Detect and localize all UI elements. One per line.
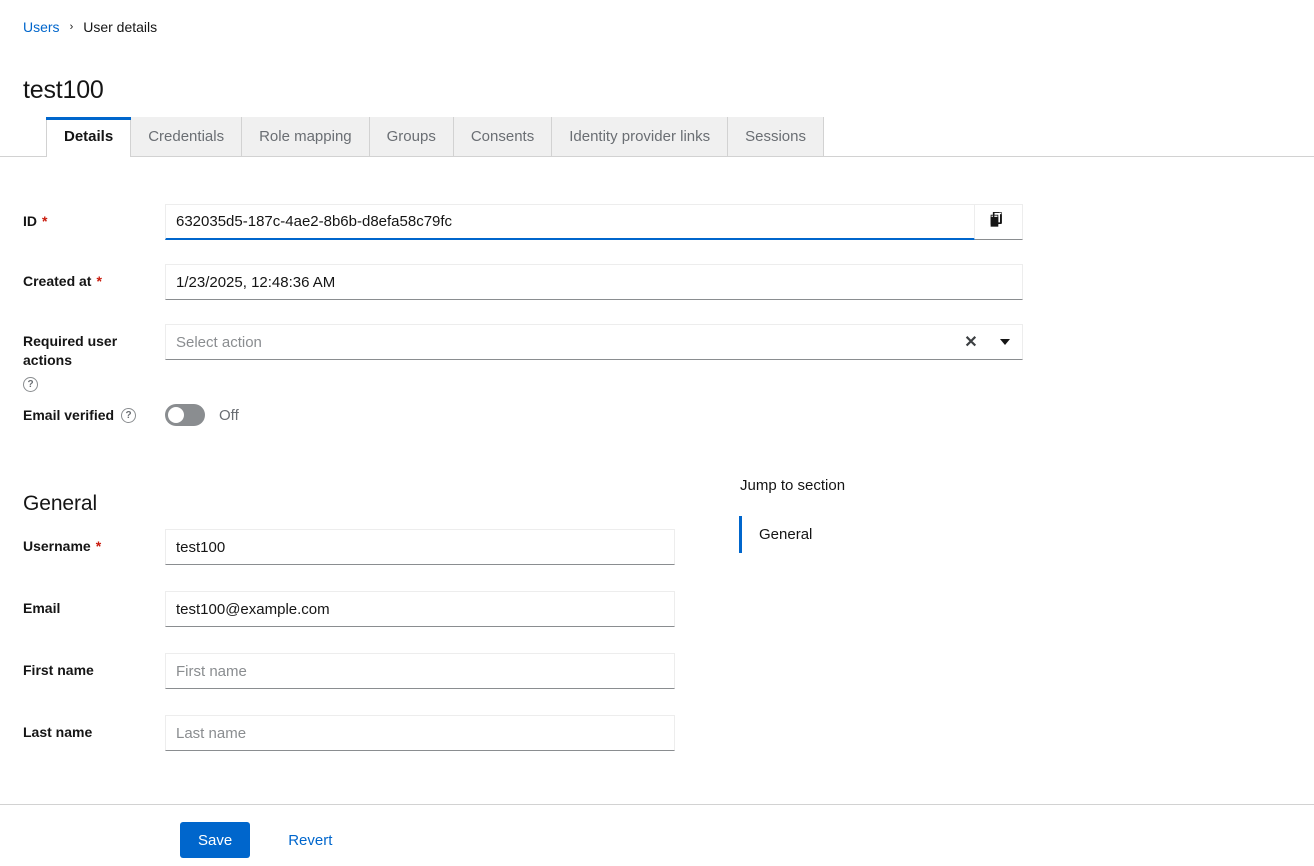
email-verified-state-label: Off bbox=[219, 406, 239, 424]
tab-groups[interactable]: Groups bbox=[369, 117, 454, 156]
general-section-title: General bbox=[23, 492, 98, 516]
required-user-actions-placeholder: Select action bbox=[176, 333, 262, 351]
first-name-label-group: First name bbox=[0, 653, 165, 680]
help-circle-icon-email-verified[interactable]: ? bbox=[121, 408, 137, 423]
breadcrumb: Users › User details bbox=[23, 19, 157, 35]
last-name-label-group: Last name bbox=[0, 715, 165, 742]
created-at-label-group: Created at * bbox=[0, 264, 165, 291]
email-verified-switch-row: Off bbox=[165, 402, 239, 426]
id-label-group: ID * bbox=[0, 204, 165, 231]
tab-credentials[interactable]: Credentials bbox=[131, 117, 243, 156]
required-user-actions-label-group: Required user actions ? bbox=[0, 324, 165, 392]
copy-icon bbox=[990, 211, 1007, 232]
first-name-input[interactable] bbox=[165, 653, 675, 689]
jump-item-general[interactable]: General bbox=[739, 516, 1040, 553]
toggle-knob bbox=[168, 407, 184, 423]
chevron-down-icon bbox=[1000, 339, 1010, 345]
created-at-label: Created at bbox=[23, 273, 92, 289]
email-verified-label: Email verified bbox=[23, 407, 115, 423]
field-row-username: Username * bbox=[0, 529, 675, 565]
email-input[interactable] bbox=[165, 591, 675, 627]
jump-to-section-title: Jump to section bbox=[740, 477, 846, 494]
tab-details[interactable]: Details bbox=[46, 117, 132, 157]
tab-identity-provider-links[interactable]: Identity provider links bbox=[552, 117, 729, 156]
username-required-marker: * bbox=[95, 538, 102, 554]
field-row-email-verified: Email verified ? Off bbox=[0, 402, 239, 426]
email-label: Email bbox=[23, 600, 61, 616]
created-at-required-marker: * bbox=[96, 273, 102, 289]
save-button[interactable]: Save bbox=[180, 822, 251, 858]
field-row-created-at: Created at * bbox=[0, 264, 1023, 300]
jump-to-section: Jump to section General bbox=[739, 477, 1040, 553]
id-input[interactable] bbox=[165, 204, 975, 240]
breadcrumb-separator-icon: › bbox=[69, 21, 74, 33]
last-name-label: Last name bbox=[23, 724, 93, 740]
created-at-field-wrap bbox=[165, 264, 1023, 300]
first-name-label: First name bbox=[23, 662, 94, 678]
field-row-email: Email bbox=[0, 591, 675, 627]
page-title: test100 bbox=[23, 75, 104, 104]
email-verified-toggle[interactable] bbox=[165, 404, 205, 426]
required-user-actions-label: Required user actions bbox=[23, 333, 118, 368]
tab-role-mapping[interactable]: Role mapping bbox=[242, 117, 370, 156]
username-label: Username bbox=[23, 538, 91, 554]
id-field-wrap bbox=[165, 204, 1023, 240]
required-user-actions-select[interactable]: Select action ✕ bbox=[165, 324, 1023, 360]
clear-selection-button[interactable]: ✕ bbox=[954, 325, 988, 359]
breadcrumb-users-link[interactable]: Users bbox=[23, 19, 60, 35]
jump-to-section-list: General bbox=[739, 516, 1040, 553]
id-label: ID bbox=[23, 213, 37, 229]
id-required-marker: * bbox=[42, 213, 48, 229]
tab-sessions[interactable]: Sessions bbox=[728, 117, 824, 156]
email-label-group: Email bbox=[0, 591, 165, 618]
created-at-input[interactable] bbox=[165, 264, 1023, 300]
field-row-id: ID * bbox=[0, 204, 1023, 240]
email-verified-label-group: Email verified ? bbox=[0, 402, 165, 425]
field-row-required-user-actions: Required user actions ? Select action ✕ bbox=[0, 324, 1023, 392]
username-input[interactable] bbox=[165, 529, 675, 565]
copy-id-button[interactable] bbox=[975, 204, 1023, 240]
user-details-page: Users › User details test100 Details Cre… bbox=[0, 0, 1314, 866]
tab-consents[interactable]: Consents bbox=[453, 117, 553, 156]
tab-bar: Details Credentials Role mapping Groups … bbox=[0, 117, 1314, 157]
breadcrumb-current: User details bbox=[83, 19, 158, 35]
form-actions: Save Revert bbox=[180, 822, 340, 858]
footer-divider bbox=[0, 804, 1314, 805]
last-name-input[interactable] bbox=[165, 715, 675, 751]
required-user-actions-toggle-button[interactable] bbox=[988, 325, 1022, 359]
username-label-group: Username * bbox=[0, 529, 165, 556]
field-row-first-name: First name bbox=[0, 653, 675, 689]
help-circle-icon-required-user-actions[interactable]: ? bbox=[23, 377, 38, 392]
revert-button[interactable]: Revert bbox=[280, 822, 340, 858]
field-row-last-name: Last name bbox=[0, 715, 675, 751]
